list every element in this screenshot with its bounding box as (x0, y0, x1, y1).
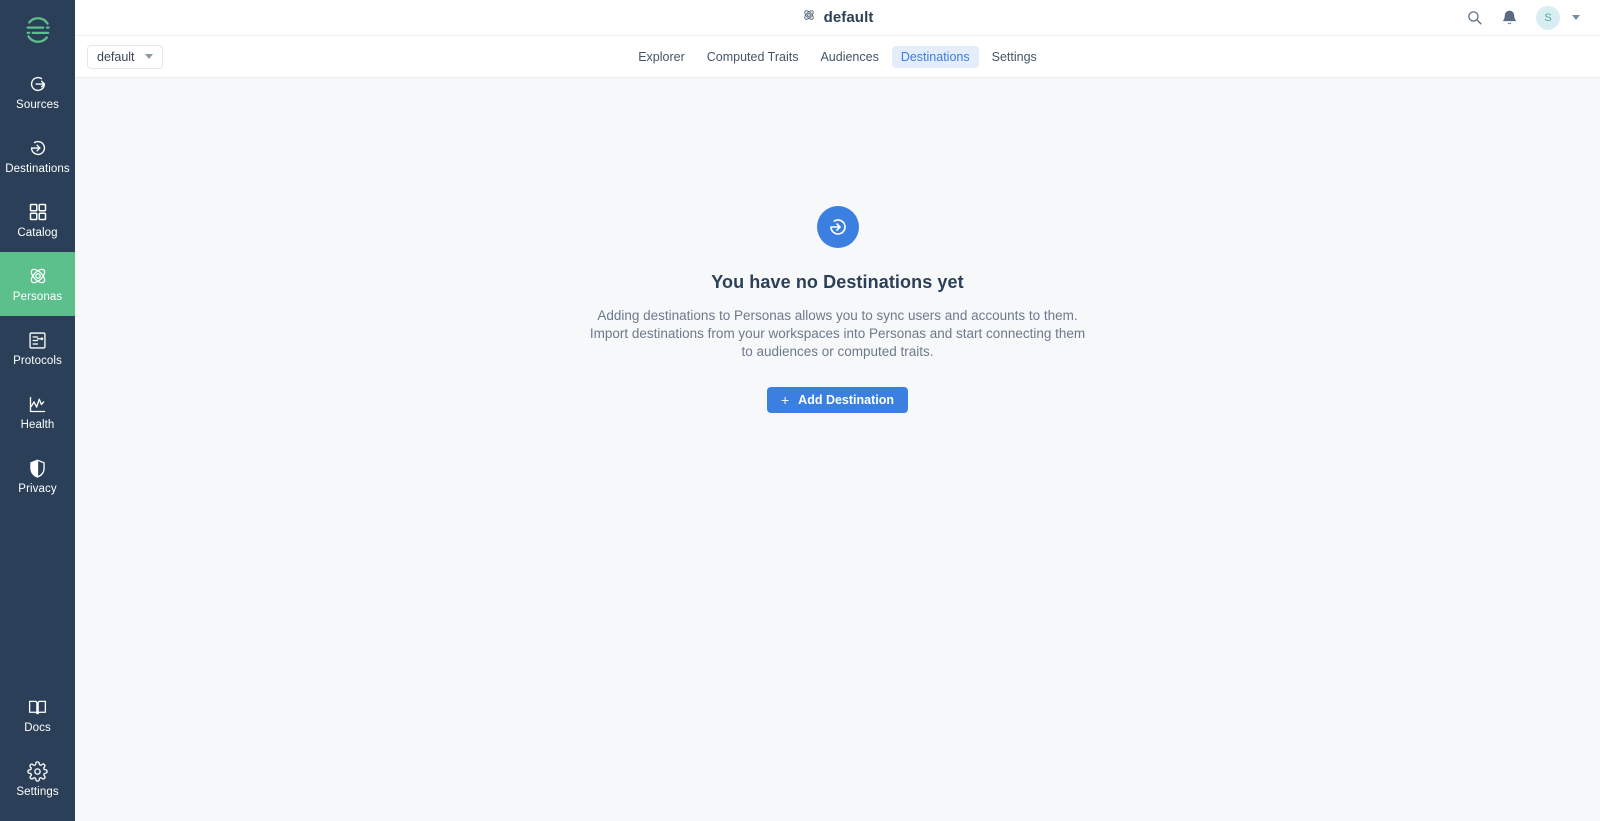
sidebar-item-privacy[interactable]: Privacy (0, 444, 75, 508)
personas-icon (802, 8, 816, 27)
sidebar-item-label: Destinations (5, 163, 70, 176)
sidebar-item-label: Settings (16, 786, 59, 799)
sidebar-item-label: Catalog (17, 227, 58, 240)
sidebar-item-personas[interactable]: Personas (0, 252, 75, 316)
add-destination-button-label: Add Destination (798, 392, 895, 407)
destinations-icon (27, 136, 49, 160)
sidebar-item-label: Personas (12, 291, 63, 304)
settings-icon (27, 759, 48, 783)
tab-list: Explorer Computed Traits Audiences Desti… (75, 36, 1600, 77)
destinations-empty-state: You have no Destinations yet Adding dest… (75, 78, 1600, 821)
segment-logo-icon (26, 17, 50, 43)
sidebar-item-label: Privacy (18, 483, 57, 496)
top-header-bar: default S (75, 0, 1600, 36)
primary-sidebar: Sources Destinations Catalog Personas Pr… (0, 0, 75, 821)
chevron-down-icon (144, 54, 153, 59)
search-icon[interactable] (1466, 9, 1483, 26)
environment-selector[interactable]: default (87, 44, 163, 69)
avatar-initial: S (1544, 11, 1552, 24)
empty-state-description: Adding destinations to Personas allows y… (589, 308, 1086, 359)
add-destination-button[interactable]: + Add Destination (766, 386, 909, 413)
tab-settings[interactable]: Settings (983, 46, 1046, 68)
privacy-icon (27, 456, 48, 480)
workspace-title-group: default (75, 0, 1600, 35)
segment-logo[interactable] (0, 0, 75, 60)
sidebar-item-docs[interactable]: Docs (0, 683, 75, 747)
plus-icon: + (780, 391, 790, 408)
destinations-icon (816, 206, 859, 248)
sidebar-nav-items: Sources Destinations Catalog Personas Pr… (0, 60, 75, 508)
tab-destinations[interactable]: Destinations (891, 45, 979, 68)
bell-icon[interactable] (1501, 9, 1518, 26)
sidebar-item-label: Docs (24, 722, 51, 735)
chevron-down-icon[interactable] (1572, 15, 1580, 20)
sidebar-item-destinations[interactable]: Destinations (0, 124, 75, 188)
page-title: default (823, 9, 874, 26)
empty-state-title: You have no Destinations yet (711, 272, 964, 292)
app-root: Sources Destinations Catalog Personas Pr… (0, 0, 1600, 821)
sidebar-item-health[interactable]: Health (0, 380, 75, 444)
tab-explorer[interactable]: Explorer (629, 46, 694, 68)
sources-icon (27, 72, 49, 96)
tab-computed-traits[interactable]: Computed Traits (698, 46, 808, 68)
environment-selector-value: default (97, 49, 135, 64)
sidebar-item-label: Protocols (13, 355, 62, 368)
personas-tab-bar: default Explorer Computed Traits Audienc… (75, 36, 1600, 78)
sidebar-item-label: Health (20, 419, 55, 432)
sidebar-bottom-items: Docs Settings (0, 683, 75, 821)
catalog-icon (28, 200, 48, 224)
sidebar-item-settings[interactable]: Settings (0, 747, 75, 811)
top-header-actions: S (1466, 5, 1600, 30)
protocols-icon (27, 328, 48, 352)
main-area: default S default Explorer Computed Trai… (75, 0, 1600, 821)
docs-icon (27, 695, 48, 719)
sidebar-item-label: Sources (16, 99, 59, 112)
sidebar-item-protocols[interactable]: Protocols (0, 316, 75, 380)
health-icon (27, 392, 48, 416)
sidebar-item-catalog[interactable]: Catalog (0, 188, 75, 252)
personas-icon (27, 264, 49, 288)
avatar[interactable]: S (1536, 5, 1560, 30)
sidebar-item-sources[interactable]: Sources (0, 60, 75, 124)
tab-audiences[interactable]: Audiences (811, 46, 887, 68)
